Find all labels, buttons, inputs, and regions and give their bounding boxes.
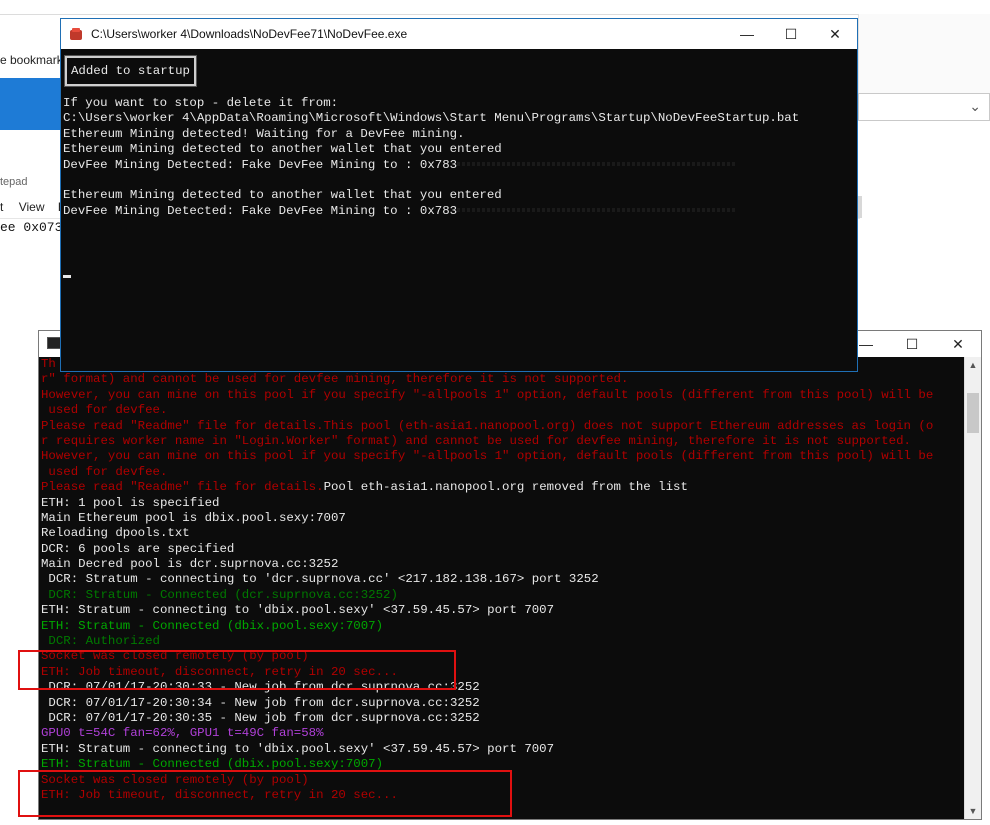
console-app-icon — [47, 337, 61, 349]
minimize-button[interactable]: — — [725, 19, 769, 49]
console-line: ETH: Stratum - connecting to 'dbix.pool.… — [41, 603, 555, 618]
highlight-box-second-error — [18, 770, 512, 817]
console-line: ETH: 1 pool is specified — [41, 495, 220, 510]
app-icon — [70, 28, 82, 40]
console-line: DCR: 07/01/17-20:30:34 - New job from dc… — [41, 695, 480, 710]
console-line-white-part: Pool eth-asia1.nanopool.org removed from… — [323, 480, 688, 495]
window-controls: — ☐ ✕ — [843, 331, 981, 357]
console-line: DCR: 07/01/17-20:30:35 - New job from dc… — [41, 710, 480, 725]
window-controls: — ☐ ✕ — [725, 19, 857, 49]
console-line: Ethereum Mining detected to another wall… — [63, 142, 502, 157]
console-scrollbar[interactable]: ▲ ▼ — [964, 357, 981, 819]
maximize-button[interactable]: ☐ — [889, 331, 935, 357]
startup-notice: Added to startup — [64, 55, 197, 87]
menu-view[interactable]: View — [19, 200, 45, 214]
nodevfee-console-window: C:\Users\worker 4\Downloads\NoDevFee71\N… — [60, 18, 858, 372]
console-line-text: DevFee Mining Detected: Fake DevFee Mini… — [63, 203, 458, 218]
console-line: However, you can mine on this pool if yo… — [41, 387, 934, 402]
chevron-down-icon[interactable]: ⌄ — [969, 98, 981, 115]
console-line: GPU0 t=54C fan=62%, GPU1 t=49C fan=58% — [41, 726, 324, 741]
text-cursor — [63, 275, 71, 278]
console-line: used for devfee. — [41, 403, 168, 418]
console-output[interactable]: Th n "Login.Worker" format) and cannot b… — [39, 357, 965, 819]
console-line-red-part: Please read "Readme" file for details. — [41, 480, 324, 495]
console-line: DevFee Mining Detected: Fake DevFee Mini… — [63, 158, 799, 173]
console-line: r" format) and cannot be used for devfee… — [41, 372, 629, 387]
highlight-box-first-error — [18, 650, 456, 690]
console-line: Ethereum Mining detected to another wall… — [63, 188, 502, 203]
console-line: Main Ethereum pool is dbix.pool.sexy:700… — [41, 510, 346, 525]
browser-toolbar-fragment — [858, 14, 990, 94]
miner-console-window: — ☐ ✕ Th n "Login.Worker" format) and ca… — [38, 330, 982, 820]
console-line: DCR: Stratum - connecting to 'dcr.suprno… — [41, 572, 599, 587]
window-title: C:\Users\worker 4\Downloads\NoDevFee71\N… — [91, 27, 408, 41]
console-line: However, you can mine on this pool if yo… — [41, 449, 934, 464]
console-line-text: DevFee Mining Detected: Fake DevFee Mini… — [63, 157, 458, 172]
scroll-down-icon[interactable]: ▼ — [965, 803, 981, 819]
scroll-up-icon[interactable]: ▲ — [965, 357, 981, 373]
browser-dropdown[interactable]: ⌄ — [858, 93, 990, 121]
menu-edit[interactable]: t — [0, 200, 3, 214]
console-line: r requires worker name in "Login.Worker"… — [41, 433, 911, 448]
console-line: ETH: Stratum - connecting to 'dbix.pool.… — [41, 741, 555, 756]
console-line: Reloading dpools.txt — [41, 526, 190, 541]
maximize-button[interactable]: ☐ — [769, 19, 813, 49]
console-line: Please read "Readme" file for details.Th… — [41, 418, 934, 433]
console-line: Main Decred pool is dcr.suprnova.cc:3252 — [41, 557, 339, 572]
console-line: DCR: Stratum - Connected (dcr.suprnova.c… — [41, 587, 398, 602]
console-titlebar[interactable]: C:\Users\worker 4\Downloads\NoDevFee71\N… — [61, 19, 857, 49]
close-button[interactable]: ✕ — [813, 19, 857, 49]
console-line: DevFee Mining Detected: Fake DevFee Mini… — [63, 204, 799, 219]
browser-tab-strip — [0, 0, 990, 15]
console-line: DCR: 6 pools are specified — [41, 541, 235, 556]
console-line: C:\Users\worker 4\AppData\Roaming\Micros… — [63, 111, 800, 126]
console-output[interactable]: Added to startup If you want to stop - d… — [61, 49, 857, 371]
console-lines: If you want to stop - delete it from: C:… — [63, 96, 799, 219]
console-line: Ethereum Mining detected! Waiting for a … — [63, 126, 465, 141]
redacted-address — [457, 208, 738, 213]
close-button[interactable]: ✕ — [935, 331, 981, 357]
console-line: If you want to stop - delete it from: — [63, 96, 339, 110]
console-line: Please read "Readme" file for details.Po… — [41, 480, 965, 495]
scrollbar-thumb[interactable] — [967, 393, 979, 433]
browser-blue-banner — [0, 78, 64, 130]
console-line: DCR: Authorized — [41, 634, 160, 649]
console-line: ETH: Stratum - Connected (dbix.pool.sexy… — [41, 618, 384, 633]
redacted-address — [457, 162, 738, 167]
notepad-title: tepad — [0, 176, 28, 188]
console-line: used for devfee. — [41, 464, 168, 479]
